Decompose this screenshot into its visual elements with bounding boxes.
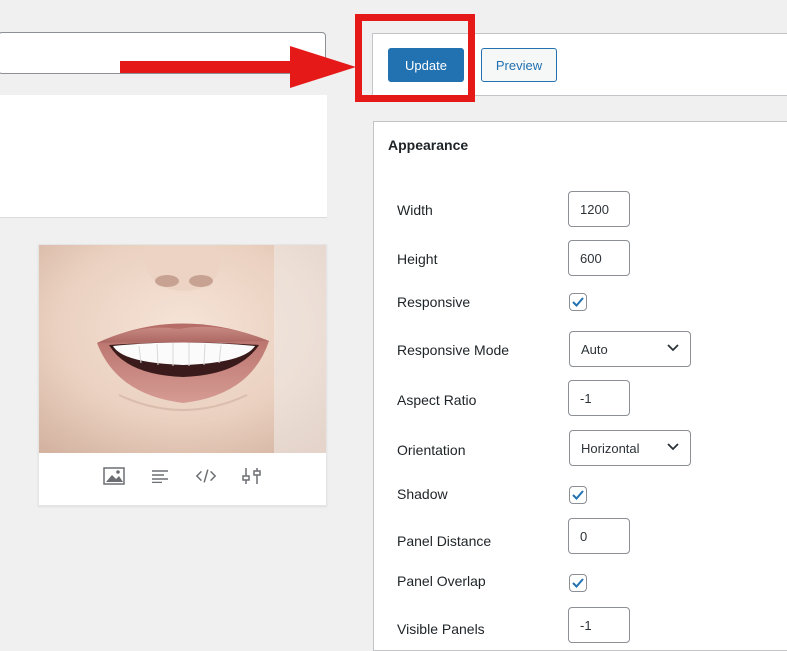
checkmark-icon [572,490,584,500]
setting-label: Aspect Ratio [397,392,477,408]
smile-photo [39,245,326,453]
text-lines-icon[interactable] [149,466,171,486]
setting-height: Height [374,239,787,276]
setting-visible-panels: Visible Panels [374,607,787,643]
image-icon[interactable] [102,466,125,486]
red-arrow-icon [120,46,356,88]
publish-box: Update Preview [372,33,787,96]
setting-label: Visible Panels [397,621,485,637]
orientation-select[interactable]: Horizontal [569,430,691,466]
shadow-checkbox[interactable] [569,486,587,504]
code-icon[interactable] [195,466,217,486]
setting-label: Panel Overlap [397,573,486,589]
height-input[interactable] [568,240,630,276]
panel-overlap-checkbox[interactable] [569,574,587,592]
setting-width: Width [374,191,787,227]
setting-label: Panel Distance [397,533,492,549]
width-input[interactable] [568,191,630,227]
setting-label: Responsive [397,294,471,310]
setting-aspect-ratio: Aspect Ratio [374,380,787,416]
chevron-down-icon [667,443,679,451]
checkmark-icon [572,297,584,307]
setting-responsive-mode: Responsive Mode Auto [374,331,787,367]
image-card [38,244,327,506]
visible-panels-input[interactable] [568,607,630,643]
panel-distance-input[interactable] [568,518,630,554]
setting-label: Shadow [397,486,448,502]
setting-label: Orientation [397,442,466,458]
update-button[interactable]: Update [388,48,464,82]
setting-responsive: Responsive [374,290,787,326]
chevron-down-icon [667,344,679,352]
preview-button[interactable]: Preview [481,48,557,82]
select-value: Auto [581,342,608,357]
responsive-mode-select[interactable]: Auto [569,331,691,367]
setting-orientation: Orientation Horizontal [374,428,787,466]
content-panel [0,95,327,218]
setting-panel-overlap: Panel Overlap [374,573,787,609]
setting-label: Width [397,202,433,218]
appearance-panel: Appearance Width Height Responsive Respo… [373,121,787,651]
select-value: Horizontal [581,441,640,456]
setting-label: Height [397,251,438,267]
panel-title: Appearance [388,137,469,153]
sliders-icon[interactable] [241,466,263,486]
setting-shadow: Shadow [374,484,787,520]
checkmark-icon [572,578,584,588]
responsive-checkbox[interactable] [569,293,587,311]
aspect-ratio-input[interactable] [568,380,630,416]
image-toolbar [39,463,326,489]
setting-label: Responsive Mode [397,342,510,358]
setting-panel-distance: Panel Distance [374,518,787,554]
